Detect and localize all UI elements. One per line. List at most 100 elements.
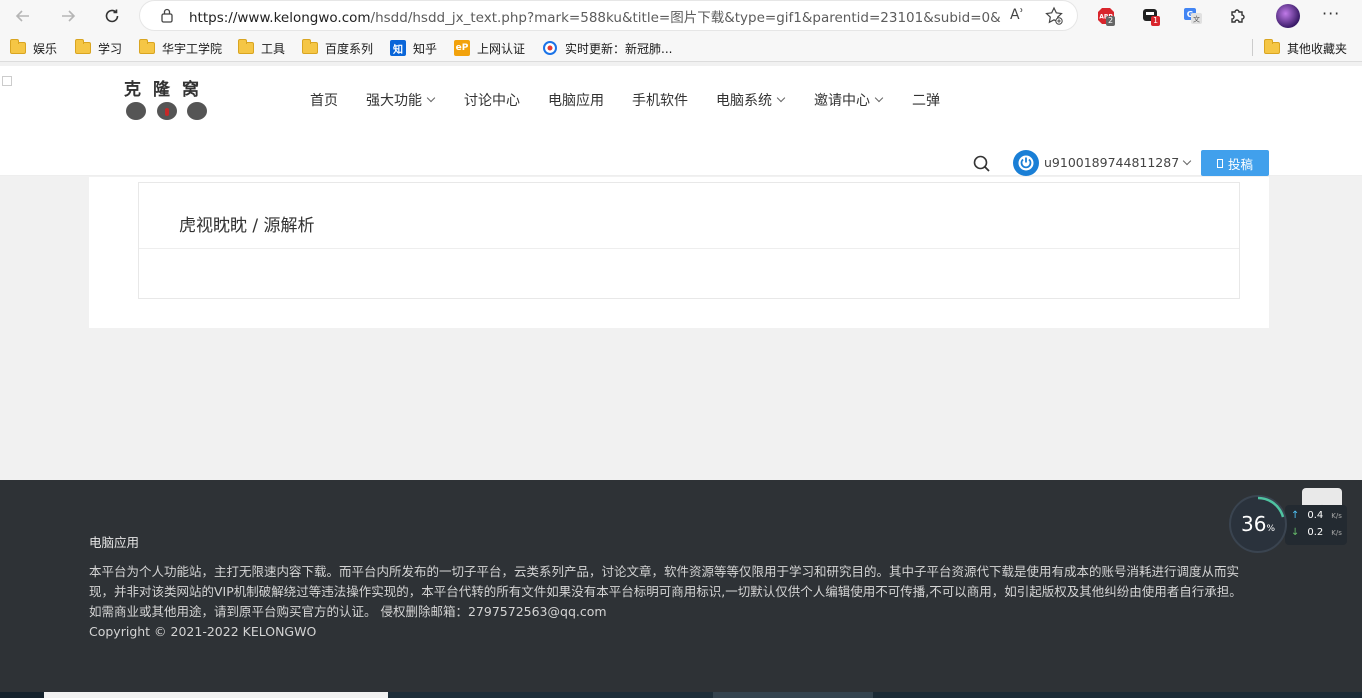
zhihu-icon: 知: [390, 40, 406, 56]
bookmark-realtime-news[interactable]: 实时更新：新冠肺...: [542, 39, 672, 57]
folder-icon: [238, 39, 254, 54]
upload-speed: 0.4: [1307, 510, 1324, 521]
nav-label: 电脑系统: [716, 93, 772, 109]
divider: [139, 248, 1239, 249]
memory-usage-gauge: 36%: [1229, 495, 1287, 553]
bookmark-folder-gongju[interactable]: 工具: [238, 39, 285, 57]
site-footer: 电脑应用 本平台为个人功能站，主打无限速内容下载。而平台内所发布的一切子平台，云…: [0, 480, 1362, 692]
news-icon: [543, 41, 557, 55]
download-unit: K/s: [1331, 528, 1342, 537]
back-button[interactable]: [10, 3, 36, 29]
folder-icon: [302, 39, 318, 54]
url-host: https://www.kelongwo.com: [189, 10, 371, 26]
bookmark-label: 知乎: [413, 41, 438, 56]
nav-pc-apps[interactable]: 电脑应用: [548, 90, 604, 110]
nav-erdan[interactable]: 二弹: [912, 90, 940, 110]
folder-icon: [139, 39, 155, 54]
user-menu[interactable]: u9100189744811287: [1044, 155, 1192, 170]
folder-icon: [1264, 39, 1280, 54]
bookmark-folder-huayu[interactable]: 华宇工学院: [139, 39, 222, 57]
bookmarks-bar: 娱乐 学习 华宇工学院 工具 百度系列 知知乎 eP 上网认证 实时更新：新冠肺.…: [0, 32, 1362, 62]
taskbar: [0, 692, 1362, 698]
footer-heading: 电脑应用: [89, 535, 140, 550]
power-icon: [1018, 155, 1034, 171]
submit-label: 投稿: [1227, 156, 1253, 172]
username: u9100189744811287: [1044, 155, 1180, 170]
nav-features[interactable]: 强大功能: [366, 90, 436, 110]
adblock-badge: 2: [1106, 16, 1116, 26]
url-path: /hsdd/hsdd_jx_text.php?mark=588ku&title=…: [370, 10, 1001, 26]
bookmark-label: 学习: [98, 41, 123, 56]
taskbar-segment: [873, 692, 1362, 698]
arrow-right-icon: [62, 10, 76, 22]
bookmark-label: 百度系列: [325, 41, 374, 56]
nav-pc-systems[interactable]: 电脑系统: [716, 90, 786, 110]
taskbar-segment: [0, 692, 44, 698]
browser-toolbar: https://www.kelongwo.com/hsdd/hsdd_jx_te…: [0, 0, 1362, 32]
folder-icon: [75, 39, 91, 54]
forward-button[interactable]: [55, 3, 81, 29]
nav-label: 电脑应用: [548, 93, 604, 109]
chevron-down-icon: [426, 93, 436, 103]
gauge-arc: [1257, 496, 1285, 518]
bookmark-label: 工具: [261, 41, 286, 56]
network-speed-widget[interactable]: ↑ 0.4 K/s ↓ 0.2 K/s 36%: [1229, 495, 1347, 555]
bookmark-zhihu[interactable]: 知知乎: [390, 39, 437, 57]
taskbar-window[interactable]: [713, 692, 873, 698]
search-icon[interactable]: [972, 154, 992, 174]
refresh-button[interactable]: [99, 3, 125, 29]
extensions-puzzle-icon[interactable]: [1228, 6, 1248, 26]
user-avatar[interactable]: [1013, 150, 1039, 176]
nav-label: 强大功能: [366, 93, 422, 109]
svg-text:文: 文: [1193, 15, 1200, 24]
site-logo[interactable]: 克隆窝: [124, 75, 212, 125]
nav-discussion[interactable]: 讨论中心: [464, 90, 520, 110]
nav-home[interactable]: 首页: [310, 90, 338, 110]
corner-widget[interactable]: [0, 68, 18, 92]
address-bar[interactable]: https://www.kelongwo.com/hsdd/hsdd_jx_te…: [140, 1, 1077, 30]
chevron-down-icon: [1182, 156, 1192, 165]
bookmark-label: 华宇工学院: [162, 41, 223, 56]
bookmark-label: 实时更新：新冠肺...: [565, 41, 673, 56]
translate-extension-icon[interactable]: G文: [1183, 6, 1203, 26]
logo-bomb-icon: [187, 102, 207, 120]
submit-post-button[interactable]: 投稿: [1201, 150, 1269, 176]
arrow-left-icon: [15, 10, 29, 22]
nav-label: 讨论中心: [464, 93, 520, 109]
favorite-star-icon[interactable]: [1044, 6, 1064, 26]
taskbar-active-window[interactable]: [44, 692, 388, 698]
corner-checkbox: [2, 76, 12, 86]
url-text[interactable]: https://www.kelongwo.com/hsdd/hsdd_jx_te…: [189, 6, 1001, 26]
profile-avatar[interactable]: [1276, 4, 1300, 28]
chevron-down-icon: [874, 93, 884, 103]
bookmark-folder-xuexi[interactable]: 学习: [75, 39, 122, 57]
adblock-extension-icon[interactable]: ABP 2: [1096, 6, 1116, 26]
eportal-icon: eP: [454, 40, 470, 56]
page-title: 虎视眈眈 / 源解析: [179, 216, 315, 236]
nav-label: 首页: [310, 93, 338, 109]
bookmark-other-folder[interactable]: 其他收藏夹: [1264, 39, 1347, 57]
bookmark-shangwang[interactable]: eP 上网认证: [454, 39, 525, 57]
arrow-up-icon: ↑: [1291, 510, 1300, 521]
download-speed: 0.2: [1307, 527, 1324, 538]
bookmark-label: 其他收藏夹: [1287, 41, 1348, 56]
nav-invite[interactable]: 邀请中心: [814, 90, 884, 110]
bookmark-label: 上网认证: [477, 41, 526, 56]
extension-badge: 1: [1151, 16, 1161, 26]
chevron-down-icon: [776, 93, 786, 103]
bookmark-label: 娱乐: [33, 41, 58, 56]
nav-label: 二弹: [912, 93, 940, 109]
browser-menu-icon[interactable]: ···: [1322, 4, 1342, 24]
bookmark-divider: [1252, 39, 1253, 56]
nav-mobile-apps[interactable]: 手机软件: [632, 90, 688, 110]
taskbar-segment: [388, 692, 713, 698]
bookmark-folder-yule[interactable]: 娱乐: [10, 39, 57, 57]
main-card: 虎视眈眈 / 源解析: [89, 177, 1269, 328]
footer-disclaimer: 本平台为个人功能站，主打无限速内容下载。而平台内所发布的一切子平台，云类系列产品…: [89, 564, 1242, 619]
speed-readout: ↑ 0.4 K/s ↓ 0.2 K/s: [1285, 505, 1347, 545]
nav-label: 邀请中心: [814, 93, 870, 109]
nav-label: 手机软件: [632, 93, 688, 109]
extension-icon[interactable]: 1: [1141, 6, 1161, 26]
bookmark-folder-baidu[interactable]: 百度系列: [302, 39, 373, 57]
read-aloud-icon[interactable]: Aʾ: [1010, 7, 1024, 23]
